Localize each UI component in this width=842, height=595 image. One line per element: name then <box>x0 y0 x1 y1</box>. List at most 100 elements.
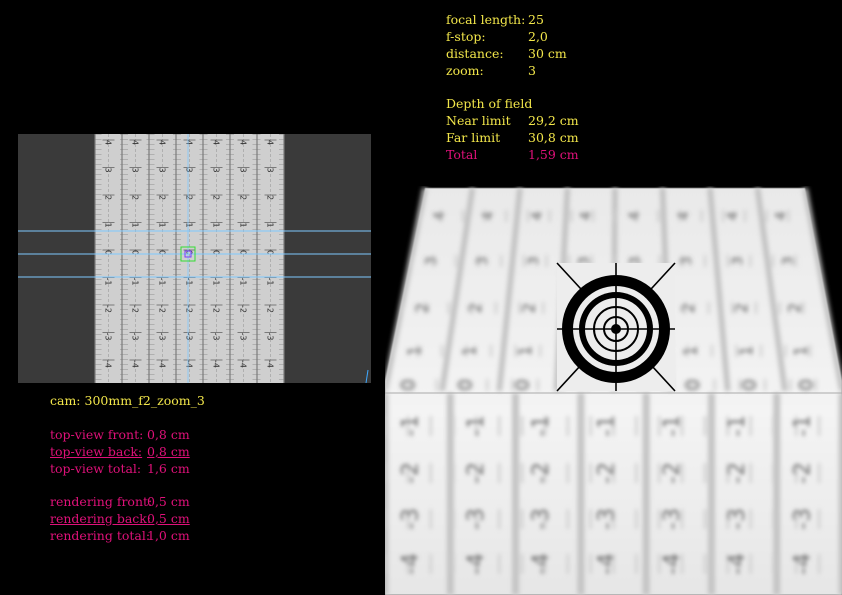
render-ruler-number: 0 <box>512 379 533 391</box>
ruler-number: 4 <box>131 140 140 145</box>
dof-heading: Depth of field <box>446 96 533 111</box>
ruler-number: 3 <box>131 168 140 173</box>
render-ruler-number: -3 <box>660 508 685 530</box>
render-ruler-number: -1 <box>660 415 685 437</box>
top-view-total-row: top-view total: 1,6 cm <box>50 460 190 477</box>
render-ruler-number: 0 <box>740 379 761 391</box>
focal-length-label: focal length: <box>446 12 526 27</box>
render-ruler-number: -2 <box>399 462 424 484</box>
ruler-number: -3 <box>266 333 275 341</box>
render-ruler-number: -1 <box>399 415 424 437</box>
distance-value: 30 cm <box>528 46 567 61</box>
render-ruler-number: 4 <box>627 211 643 220</box>
ruler-number: -1 <box>158 278 167 286</box>
ruler-number: 2 <box>104 195 113 200</box>
rendering-back-label: rendering back: <box>50 511 152 526</box>
ruler-number: 1 <box>212 223 221 228</box>
ruler-number: 2 <box>212 195 221 200</box>
render-ruler-number: -1 <box>595 415 620 437</box>
dof-total-value: 1,59 cm <box>528 147 579 162</box>
ruler-number: -4 <box>212 360 221 368</box>
render-ruler-number: -3 <box>790 508 815 530</box>
render-ruler-number: 2 <box>679 303 698 314</box>
rendering-total-label: rendering total: <box>50 528 151 543</box>
ruler-number: 3 <box>239 168 248 173</box>
render-ruler-number: -1 <box>529 415 554 437</box>
render-ruler-number: 3 <box>728 256 746 266</box>
render-ruler-number: 1 <box>404 345 425 356</box>
render-ruler-number: -1 <box>725 415 750 437</box>
render-ruler-number: 4 <box>432 211 448 220</box>
ruler-number: 1 <box>104 223 113 228</box>
ruler-number: -2 <box>239 305 248 313</box>
zoom-row: zoom: 3 <box>446 62 567 79</box>
render-ruler-number: 1 <box>736 345 757 356</box>
near-limit-row: Near limit 29,2 cm <box>446 112 579 129</box>
ruler-number: -2 <box>212 305 221 313</box>
render-ruler-number: -2 <box>725 462 750 484</box>
render-ruler-number: 3 <box>677 256 695 266</box>
top-view-back-value: 0,8 cm <box>147 444 190 459</box>
camera-name: cam: 300mm_f2_zoom_3 <box>50 393 205 408</box>
ruler-number: 1 <box>131 223 140 228</box>
top-view-svg: 43210-1-2-3-443210-1-2-3-443210-1-2-3-44… <box>18 134 371 383</box>
ruler-number: -3 <box>131 333 140 341</box>
ruler-number: 3 <box>158 168 167 173</box>
rendering-back-row: rendering back: 0,5 cm <box>50 510 190 527</box>
ruler-number: 4 <box>212 140 221 145</box>
ruler-number: -3 <box>212 333 221 341</box>
render-view[interactable]: 4444444433333333222222111111000000 -1 -1-… <box>385 186 842 595</box>
ruler-number: -2 <box>266 305 275 313</box>
focal-length-value: 25 <box>528 12 544 27</box>
top-view-total-label: top-view total: <box>50 461 142 476</box>
ruler-number: 4 <box>266 140 275 145</box>
ruler-number: 4 <box>158 140 167 145</box>
ruler-number: -4 <box>239 360 248 368</box>
render-ruler-number: -3 <box>464 508 489 530</box>
render-ruler-number: -1 <box>790 415 815 437</box>
render-ruler-number: 0 <box>455 379 476 391</box>
ruler-number: 1 <box>185 223 194 228</box>
ruler-number: -1 <box>104 278 113 286</box>
far-limit-label: Far limit <box>446 130 501 145</box>
ruler-number: 1 <box>158 223 167 228</box>
distance-label: distance: <box>446 46 504 61</box>
render-ruler-number: -1 <box>464 415 489 437</box>
ruler-number: 4 <box>239 140 248 145</box>
render-ruler-number: -2 <box>595 462 620 484</box>
render-ruler-number: -2 <box>529 462 554 484</box>
ruler-number: 2 <box>131 195 140 200</box>
ruler-number: -1 <box>266 278 275 286</box>
render-ruler-number: 3 <box>779 256 797 266</box>
ruler-number: 2 <box>239 195 248 200</box>
ruler-number: -3 <box>104 333 113 341</box>
top-view-front-row: top-view front: 0,8 cm <box>50 426 190 443</box>
render-ruler-number: 3 <box>473 256 491 266</box>
render-ruler-number: 1 <box>681 345 702 356</box>
rendering-front-value: 0,5 cm <box>147 494 190 509</box>
ruler-number: 2 <box>266 195 275 200</box>
render-ruler-number: -2 <box>660 462 685 484</box>
render-ruler-number: 2 <box>732 303 751 314</box>
render-ruler-number: -4 <box>464 553 489 575</box>
focus-target-card <box>556 262 676 392</box>
render-ruler-number: -2 <box>790 462 815 484</box>
render-ruler-number: -4 <box>399 553 424 575</box>
distance-row: distance: 30 cm <box>446 45 567 62</box>
far-limit-row: Far limit 30,8 cm <box>446 129 579 146</box>
render-ruler-number: 0 <box>683 379 704 391</box>
render-ruler-number: -3 <box>399 508 424 530</box>
render-ruler-number: 4 <box>481 211 497 220</box>
render-ruler-number: -4 <box>595 553 620 575</box>
ruler-number: 3 <box>212 168 221 173</box>
top-view-front-value: 0,8 cm <box>147 427 190 442</box>
fstop-value: 2,0 <box>528 29 548 44</box>
render-ruler-number: -2 <box>464 462 489 484</box>
ruler-number: -3 <box>185 333 194 341</box>
top-view-front-label: top-view front: <box>50 427 144 442</box>
render-ruler-number: -4 <box>725 553 750 575</box>
render-ruler-number: -4 <box>790 553 815 575</box>
top-view-viewport[interactable]: 4 3 2 1 0 -1 -2 -3 -4 4 3 2 1 0 -1 -2 -3 -4 4 3 2 1 0 -1 -2 -3 -4 4… <box>18 134 371 383</box>
render-ruler-number: 3 <box>422 256 440 266</box>
dof-panel: Depth of field Near limit 29,2 cm Far li… <box>446 95 579 163</box>
